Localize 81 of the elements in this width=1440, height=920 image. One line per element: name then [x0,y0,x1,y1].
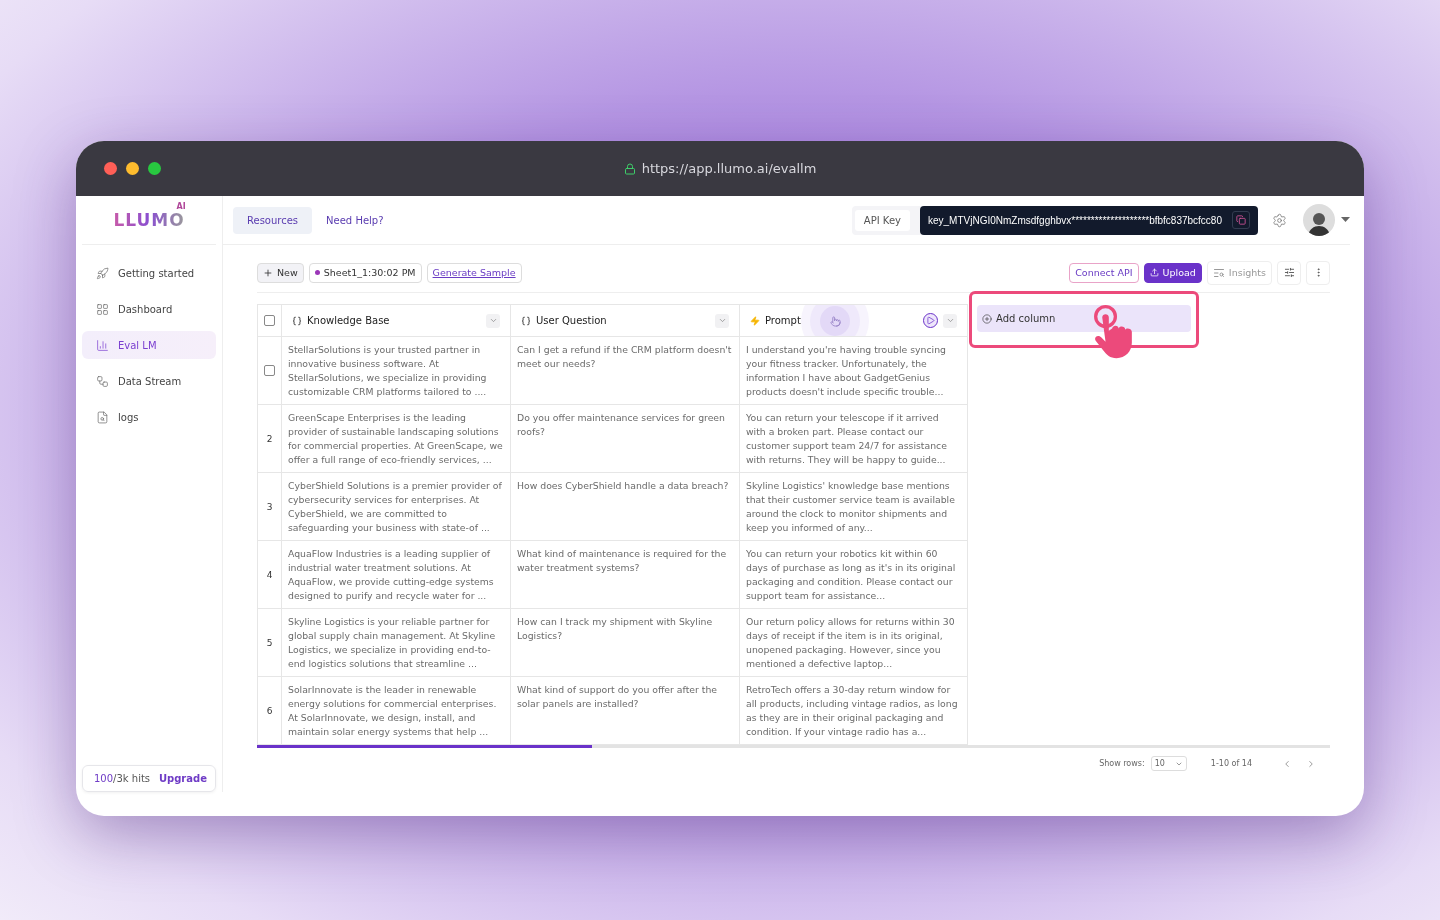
upload-button[interactable]: Upload [1143,262,1202,283]
column-menu-button[interactable] [943,313,957,328]
hits-text: 100/3k hits [94,773,151,784]
file-search-icon [96,410,109,424]
row-number: 3 [258,473,282,541]
table-cell: Skyline Logistics is your reliable partner for global supply chain management. At Skyline Logistics, we specialize in providing end-to-end logistics solutions that streamline ... [282,609,511,677]
api-key-field[interactable]: key_MTVjNGI0NmZmsdfgghbvx********************bfbfc837bcfcc80 [919,205,1258,235]
table-cell: Can I get a refund if the CRM platform doesn't meet our needs? [511,337,740,405]
table-cell: Our return policy allows for returns within 30 days of receipt if the item is in its original, unopened packaging. However, since you mentioned a defective laptop... [740,609,968,677]
plus-circle-icon [982,313,992,324]
column-menu-button[interactable] [486,313,500,328]
braces-icon [521,315,531,326]
column-header[interactable]: Knowledge Base [282,305,511,337]
new-button[interactable]: New [257,262,304,283]
sheet-chip[interactable]: Sheet1_1:30:02 PM [308,262,422,283]
logo-superscript-text: AI [176,202,186,211]
plus-icon [263,267,273,278]
chevron-left-icon [1282,758,1292,769]
show-rows-label: Show rows: [1099,759,1145,768]
select-all-checkbox[interactable] [264,315,275,326]
header-tab[interactable]: Need Help? [312,206,398,234]
table-cell: AquaFlow Industries is a leading supplier of industrial water treatment solutions. At AquaFlow, we provide cutting-edge systems designed to purify and recycle water for ... [282,541,511,609]
url-text: https://app.llumo.ai/evallm [641,161,817,176]
close-dot[interactable] [104,162,117,175]
row-number: 2 [258,405,282,473]
rows-select[interactable]: 10 [1150,756,1187,771]
settings-button[interactable] [1272,212,1287,228]
sidebar-item[interactable]: Data Stream [82,367,216,395]
chevron-down-icon [717,316,727,325]
table-cell: What kind of maintenance is required for the water treatment systems? [511,541,740,609]
flow-icon [96,374,109,388]
sliders-icon [1283,267,1295,278]
table-cell: I understand you're having trouble syncing your fitness tracker. Unfortunately, the information I have about GadgetGenius products doesn't include specific trouble... [740,337,968,405]
click-ripple-icon [800,305,870,336]
sidebar-item[interactable]: logs [82,403,216,431]
add-column-button[interactable]: Add column [977,305,1191,332]
generate-sample-link[interactable]: Generate Sample [426,262,522,283]
filter-button[interactable] [1277,260,1301,285]
chevron-down-icon [945,316,955,325]
lightning-icon [750,315,760,326]
scrollbar[interactable] [257,745,1330,748]
maximize-dot[interactable] [148,162,161,175]
avatar[interactable] [1303,204,1335,236]
sidebar-item[interactable]: Dashboard [82,295,216,323]
lock-icon [623,162,636,175]
row-checkbox[interactable] [264,365,275,376]
page-range: 1-10 of 14 [1210,759,1252,768]
column-header[interactable]: User Question [511,305,740,337]
minimize-dot[interactable] [126,162,139,175]
upload-icon [1149,268,1159,277]
sidebar-item[interactable]: Getting started [82,259,216,287]
row-number: 4 [258,541,282,609]
column-header[interactable]: Prompt [740,305,968,337]
table-cell: You can return your robotics kit within 60 days of purchase as long as it's in its original packaging and condition. Please contact our support team for assistance... [740,541,968,609]
api-key-label: API Key [854,209,910,231]
table-cell: You can return your telescope if it arrived with a broken part. Please contact our customer support team 24/7 for assistance with returns. They will be happy to guide... [740,405,968,473]
column-menu-button[interactable] [715,313,729,328]
table-cell: How can I track my shipment with Skyline Logistics? [511,609,740,677]
braces-icon [292,315,302,326]
table-cell: Do you offer maintenance services for green roofs? [511,405,740,473]
upgrade-link[interactable]: Upgrade [158,773,207,784]
table-cell: How does CyberShield handle a data breach? [511,473,740,541]
table-cell: GreenScape Enterprises is the leading provider of sustainable landscaping solutions for commercial properties. At GreenScape, we offer a full range of eco-friendly services, ... [282,405,511,473]
table-cell: CyberShield Solutions is a premier provider of cybersecurity services for enterprises. At CyberShield, we are committed to safeguarding your business with state-of ... [282,473,511,541]
text-search-icon [1212,266,1225,279]
grid-icon [96,302,109,316]
row-number: 5 [258,609,282,677]
copy-button[interactable] [1232,211,1250,229]
sidebar-item[interactable]: Eval LM [82,331,216,359]
table-cell: Skyline Logistics' knowledge base mentions that their customer service team is available around the clock to monitor shipments and keep you informed of any... [740,473,968,541]
play-icon[interactable] [923,313,938,328]
connect-api-button[interactable]: Connect API [1069,262,1139,283]
header-tab[interactable]: Resources [233,206,313,234]
chevron-down-icon [488,316,498,325]
table-cell: StellarSolutions is your trusted partner in innovative business software. At StellarSolutions, we specialize in providing customizable CRM platforms tailored to .... [282,337,511,405]
chevron-right-icon [1306,758,1316,769]
settings-icon [1272,212,1287,228]
bar-chart-icon [96,338,109,352]
copy-icon [1236,215,1246,225]
caret-icon[interactable] [1341,217,1350,223]
rocket-icon [96,266,109,280]
